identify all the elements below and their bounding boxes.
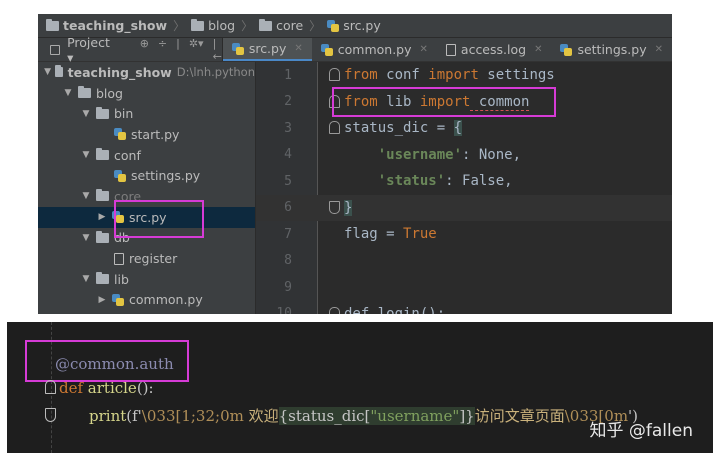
tree-item-blog[interactable]: ▼ blog (38, 83, 255, 104)
project-panel-header: Project ▾ ⊕ ÷ | ✲▾ |← (38, 35, 223, 65)
project-tree: ▼ teaching_show D:\lnh.python ▼ blog ▼ b… (38, 62, 256, 314)
tab-src-py[interactable]: src.py ✕ (222, 38, 312, 61)
fold-icon[interactable] (45, 380, 56, 394)
code-line-5[interactable]: 5 'status': False, (256, 168, 672, 195)
code-snippet-panel: @common.auth def article(): print(f'\033… (7, 322, 713, 453)
collapse-arrow-icon[interactable]: ▶ (96, 212, 108, 222)
project-view-icon (50, 44, 61, 55)
highlight-box-import (332, 87, 556, 117)
line-number: 7 (284, 226, 292, 242)
close-icon[interactable]: ✕ (420, 44, 428, 55)
code-line-10[interactable]: 10 def login(): (256, 301, 672, 314)
close-icon[interactable]: ✕ (534, 44, 542, 55)
folder-icon (55, 65, 63, 78)
locate-icon[interactable]: ⊕ (140, 37, 149, 63)
line-number: 1 (284, 67, 292, 83)
tree-item-conf[interactable]: ▼ conf (38, 145, 255, 166)
line-number: 4 (284, 147, 292, 163)
code-line-9[interactable]: 9 (256, 274, 672, 301)
hide-panel-icon[interactable]: |← (213, 37, 222, 63)
expand-arrow-icon[interactable]: ▼ (80, 150, 92, 160)
tab-access-log[interactable]: access.log ✕ (437, 38, 552, 61)
tree-item-common-py[interactable]: ▶ common.py (38, 290, 255, 311)
separator: | (176, 36, 180, 50)
line-number: 6 (284, 200, 292, 216)
breadcrumb-project[interactable]: teaching_show (46, 18, 167, 33)
project-view-selector[interactable]: Project ▾ (67, 35, 115, 65)
tree-item-root[interactable]: ▼ teaching_show D:\lnh.python (38, 62, 255, 83)
text-file-icon (114, 252, 124, 265)
chevron-right-icon: 〉 (309, 19, 322, 33)
line-number: 10 (276, 306, 292, 314)
code-line-4[interactable]: 4 'username': None, (256, 142, 672, 169)
print-line: print(f'\033[1;32;0m 欢迎{status_dic["user… (89, 407, 639, 425)
highlight-box-src-py (114, 200, 204, 238)
line-number: 5 (284, 173, 292, 189)
highlight-box-decorator (25, 340, 189, 382)
expand-arrow-icon[interactable]: ▼ (80, 233, 92, 243)
collapse-icon[interactable]: ÷ (158, 37, 167, 63)
folder-icon (96, 230, 109, 243)
close-icon[interactable]: ✕ (294, 43, 302, 54)
python-file-icon (320, 43, 333, 56)
tab-settings-py[interactable]: settings.py ✕ (551, 38, 672, 61)
fold-icon[interactable] (329, 68, 340, 81)
expand-arrow-icon[interactable]: ▼ (44, 67, 51, 77)
def-line: def article(): (59, 379, 154, 397)
expand-arrow-icon[interactable]: ▼ (80, 191, 92, 201)
line-number: 3 (284, 120, 292, 136)
expand-arrow-icon[interactable]: ▼ (80, 109, 92, 119)
close-icon[interactable]: ✕ (655, 44, 663, 55)
line-number: 9 (284, 279, 292, 295)
breadcrumb-blog[interactable]: blog (191, 18, 235, 33)
settings-gear-icon[interactable]: ✲▾ (189, 37, 204, 63)
fold-end-icon[interactable] (329, 200, 340, 214)
code-line-1[interactable]: 1 from conf import settings (256, 62, 672, 89)
tab-common-py[interactable]: common.py ✕ (312, 38, 437, 61)
python-file-icon (114, 169, 126, 182)
python-file-icon (114, 128, 126, 141)
expand-arrow-icon[interactable]: ▼ (80, 274, 92, 284)
tab-bar: Project ▾ ⊕ ÷ | ✲▾ |← src.py ✕ common.py ✕… (38, 35, 672, 65)
expand-arrow-icon[interactable]: ▼ (62, 88, 74, 98)
code-line-6[interactable]: 6 } (256, 194, 672, 221)
tree-item-lib[interactable]: ▼ lib (38, 269, 255, 290)
code-line-8[interactable]: 8 (256, 248, 672, 275)
watermark: 知乎 @fallen (589, 421, 694, 441)
folder-icon (259, 18, 273, 31)
tree-item-settings-py[interactable]: settings.py (38, 165, 255, 186)
line-number: 2 (284, 94, 292, 110)
python-file-icon (327, 19, 340, 32)
tree-item-start-py[interactable]: start.py (38, 124, 255, 145)
fold-icon[interactable] (329, 121, 340, 134)
breadcrumb-core[interactable]: core (259, 18, 303, 33)
code-editor[interactable]: 1 from conf import settings 2 from lib i… (256, 62, 672, 314)
python-file-icon (112, 293, 124, 306)
project-toolbar: ⊕ ÷ | ✲▾ |← (140, 37, 222, 63)
code-line-3[interactable]: 3 status_dic = { (256, 115, 672, 142)
chevron-right-icon: 〉 (241, 19, 254, 33)
tree-item-bin[interactable]: ▼ bin (38, 103, 255, 124)
collapse-arrow-icon[interactable]: ▶ (96, 295, 108, 305)
folder-icon (96, 106, 109, 119)
ide-window: teaching_show 〉 blog 〉 core 〉 src.py Pro… (38, 14, 672, 314)
folder-icon (46, 18, 59, 31)
tree-item-register[interactable]: register (38, 248, 255, 269)
line-number: 8 (284, 253, 292, 269)
fold-icon[interactable] (329, 306, 340, 314)
folder-icon (96, 272, 109, 285)
python-file-icon (231, 42, 244, 55)
folder-icon (78, 86, 91, 99)
code-line-7[interactable]: 7 flag = True (256, 221, 672, 248)
folder-icon (96, 148, 109, 161)
python-file-icon (560, 43, 573, 56)
breadcrumb: teaching_show 〉 blog 〉 core 〉 src.py (38, 14, 672, 38)
breadcrumb-file[interactable]: src.py (327, 18, 381, 33)
folder-icon (96, 189, 109, 202)
log-file-icon (445, 43, 456, 56)
chevron-right-icon: 〉 (173, 19, 186, 33)
fold-end-icon[interactable] (45, 408, 56, 422)
folder-icon (191, 18, 205, 31)
